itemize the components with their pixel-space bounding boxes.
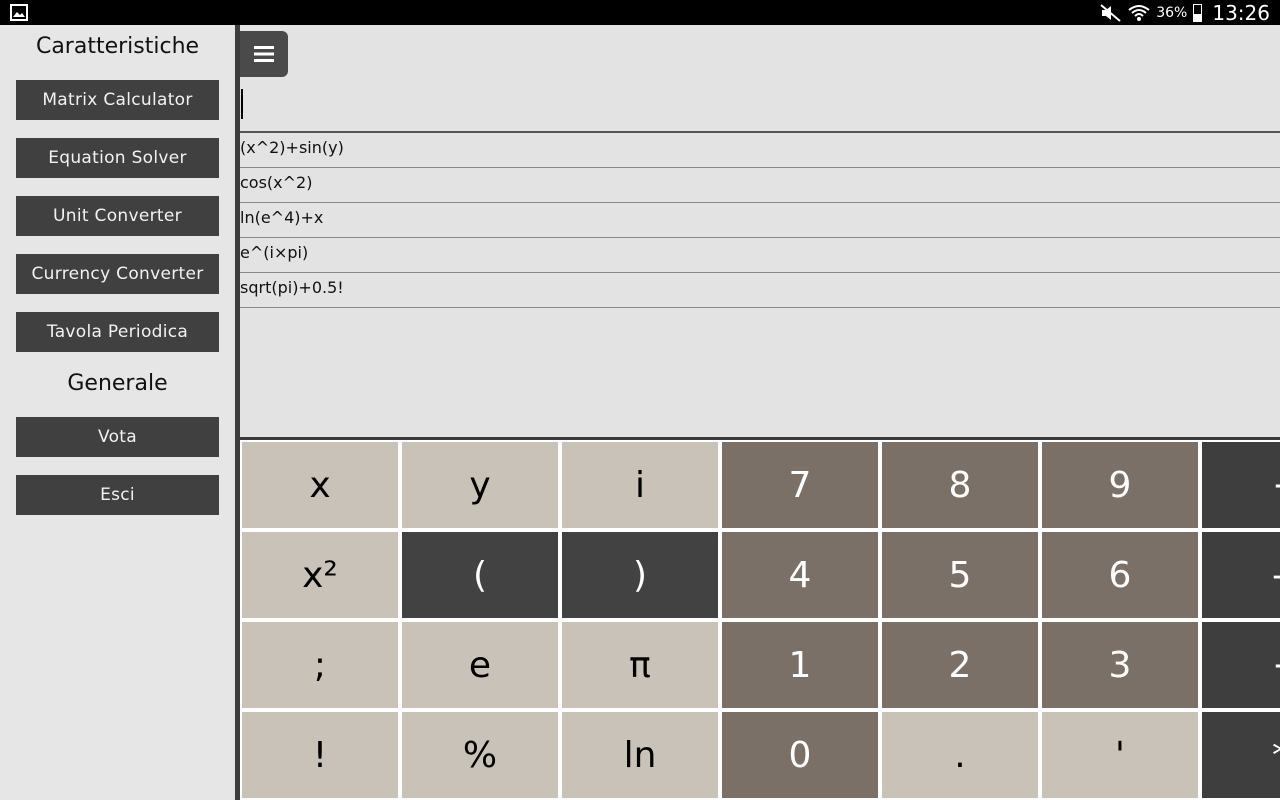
key-7[interactable]: 7	[722, 442, 878, 528]
history-item[interactable]: sqrt(pi)+0.5!	[240, 273, 1280, 308]
rate-button[interactable]: Vota	[16, 417, 219, 457]
key-3[interactable]: 3	[1042, 622, 1198, 708]
wifi-icon	[1128, 4, 1150, 21]
key-6[interactable]: 6	[1042, 532, 1198, 618]
equation-solver-button[interactable]: Equation Solver	[16, 138, 219, 178]
key-x-squared[interactable]: x²	[242, 532, 398, 618]
key-apostrophe[interactable]: '	[1042, 712, 1198, 798]
calculator-main: (x^2)+sin(y) cos(x^2) ln(e^4)+x e^(i×pi)…	[240, 25, 1280, 800]
hamburger-menu-icon	[254, 46, 274, 62]
key-close-paren[interactable]: )	[562, 532, 718, 618]
key-percent[interactable]: %	[402, 712, 558, 798]
status-bar: 36% 13:26	[0, 0, 1280, 25]
general-heading: Generale	[67, 371, 168, 396]
battery-percentage: 36%	[1156, 4, 1188, 21]
key-x[interactable]: x	[242, 442, 398, 528]
history-item[interactable]: (x^2)+sin(y)	[240, 133, 1280, 168]
key-y[interactable]: y	[402, 442, 558, 528]
key-0[interactable]: 0	[722, 712, 878, 798]
status-icons: 36% 13:26	[1100, 0, 1270, 25]
history-item[interactable]: cos(x^2)	[240, 168, 1280, 203]
text-cursor	[241, 89, 243, 119]
expression-input[interactable]	[240, 87, 1280, 119]
periodic-table-button[interactable]: Tavola Periodica	[16, 312, 219, 352]
key-4[interactable]: 4	[722, 532, 878, 618]
key-factorial[interactable]: !	[242, 712, 398, 798]
matrix-calculator-button[interactable]: Matrix Calculator	[16, 80, 219, 120]
key-ln[interactable]: ln	[562, 712, 718, 798]
key-minus[interactable]: -	[1202, 532, 1280, 618]
clock: 13:26	[1212, 0, 1270, 25]
keypad: x y i 7 8 9 + x² ( ) 4 5 6 - ; e π 1 2 3…	[240, 440, 1280, 800]
key-semicolon[interactable]: ;	[242, 622, 398, 708]
key-plus[interactable]: +	[1202, 442, 1280, 528]
key-8[interactable]: 8	[882, 442, 1038, 528]
unit-converter-button[interactable]: Unit Converter	[16, 196, 219, 236]
key-1[interactable]: 1	[722, 622, 878, 708]
exit-button[interactable]: Esci	[16, 475, 219, 515]
history-item[interactable]: e^(i×pi)	[240, 238, 1280, 273]
sidebar: Caratteristiche Matrix Calculator Equati…	[0, 25, 235, 800]
menu-button[interactable]	[240, 31, 288, 77]
history-item[interactable]: ln(e^4)+x	[240, 203, 1280, 238]
mute-icon	[1100, 3, 1121, 22]
gallery-icon	[10, 4, 28, 21]
key-5[interactable]: 5	[882, 532, 1038, 618]
key-open-paren[interactable]: (	[402, 532, 558, 618]
currency-converter-button[interactable]: Currency Converter	[16, 254, 219, 294]
key-multiply[interactable]: *	[1202, 712, 1280, 798]
battery-icon	[1193, 3, 1203, 22]
key-i[interactable]: i	[562, 442, 718, 528]
key-9[interactable]: 9	[1042, 442, 1198, 528]
features-heading: Caratteristiche	[35, 34, 200, 59]
history-list: (x^2)+sin(y) cos(x^2) ln(e^4)+x e^(i×pi)…	[240, 133, 1280, 308]
key-e[interactable]: e	[402, 622, 558, 708]
key-pi[interactable]: π	[562, 622, 718, 708]
key-divide[interactable]: ÷	[1202, 622, 1280, 708]
key-2[interactable]: 2	[882, 622, 1038, 708]
key-decimal[interactable]: .	[882, 712, 1038, 798]
